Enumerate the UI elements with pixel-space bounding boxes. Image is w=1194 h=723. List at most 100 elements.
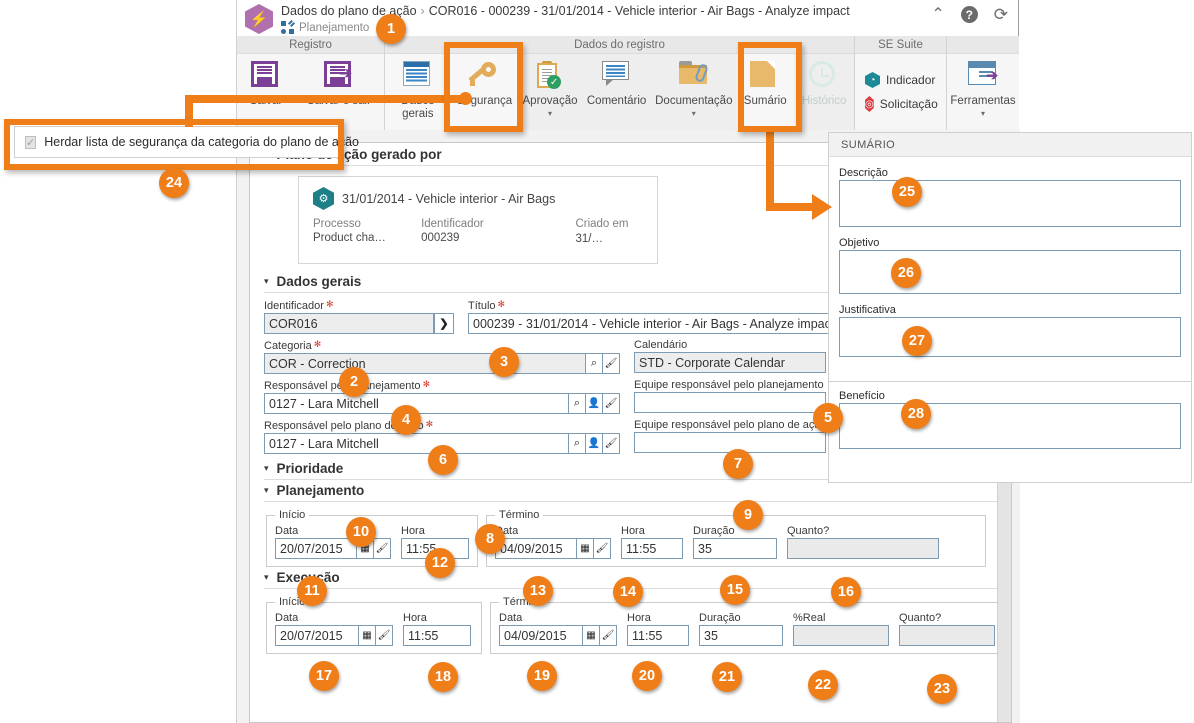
label-execution-start-time: Hora [403,612,427,624]
input-execution-end-time[interactable]: 11:55 [627,625,689,646]
label-planning-start-time: Hora [401,525,425,537]
annotation-badge-16: 16 [831,577,861,607]
execution-howmuch-field: Quanto? [899,612,995,646]
record-subtitle: Planejamento [281,19,369,34]
input-planning-duration[interactable]: 35 [693,538,777,559]
collapse-triangle-icon[interactable]: ▾ [264,486,269,495]
tab-aprovacao[interactable]: ✓ Aprovação ▾ [518,54,582,130]
label-categoria: Categoria [264,340,312,352]
sumario-field-justificativa: Justificativa [839,304,1181,357]
ribbon-group-tools: ➔ Ferramentas ▾ [947,36,1019,130]
se-item-indicador[interactable]: ◔ Indicador [855,70,946,90]
annotation-badge-10: 10 [346,517,376,547]
annotation-badge-9: 9 [733,500,763,530]
input-descricao[interactable] [839,180,1181,227]
responsavel-plano-search-icon[interactable]: ⌕ [569,433,586,454]
annotation-badge-2: 2 [339,367,369,397]
sumario-panel: SUMÁRIO Descrição Objetivo Justificativa [828,132,1192,382]
tab-historico[interactable]: Histórico [794,54,854,130]
categoria-search-icon[interactable]: ⌕ [586,353,603,374]
ribbon-group-registro-title: Registro [237,36,384,54]
highlight-sumario [738,42,802,132]
label-execution-realpct: %Real [793,612,826,624]
categoria-clear-icon[interactable]: 🖌 [603,353,620,374]
ribbon-group-se-suite-title: SE Suite [855,36,946,54]
responsavel-planejamento-search-icon[interactable]: ⌕ [569,393,586,414]
tab-comentario[interactable]: Comentário [582,54,651,130]
se-item-indicador-label: Indicador [886,73,936,87]
responsavel-planejamento-clear-icon[interactable]: 🖌 [603,393,620,414]
chevron-down-icon[interactable]: ▾ [692,109,696,118]
label-calendario: Calendário [634,339,688,351]
label-planning-howmuch: Quanto? [787,525,830,537]
input-identificador[interactable]: COR016 [264,313,434,334]
title-bar-actions: ⌃ ? ⟳ [931,6,1008,23]
tab-dados-gerais[interactable]: Dados gerais [385,54,451,130]
breadcrumb-separator-icon: › [420,4,425,18]
input-titulo[interactable]: 000239 - 31/01/2014 - Vehicle interior -… [468,313,846,334]
identificador-next-button[interactable]: ❯ [434,313,454,334]
tools-button[interactable]: ➔ Ferramentas ▾ [947,54,1019,130]
input-responsavel-plano[interactable]: 0127 - Lara Mitchell [264,433,569,454]
label-beneficio: Benefício [839,390,885,402]
annotation-badge-12: 12 [425,548,455,578]
input-execution-howmuch[interactable] [899,625,995,646]
chevron-down-icon[interactable]: ▾ [548,109,552,118]
origin-value-processo: Product cha… [313,232,386,244]
refresh-icon[interactable]: ⟳ [994,6,1008,23]
annotation-badge-19: 19 [527,661,557,691]
input-categoria[interactable]: COR - Correction [264,353,586,374]
execution-start-date-calendar-icon[interactable]: ▦ [359,625,376,646]
responsavel-planejamento-user-icon[interactable]: 👤 [586,393,603,414]
input-planning-end-time[interactable]: 11:55 [621,538,683,559]
responsavel-plano-clear-icon[interactable]: 🖌 [603,433,620,454]
input-equipe-planejamento[interactable] [634,392,826,413]
input-beneficio[interactable] [839,403,1181,449]
input-execution-start-date[interactable]: 20/07/2015 [275,625,359,646]
execution-end-date-clear-icon[interactable]: 🖌 [600,625,617,646]
comment-icon [601,61,632,91]
origin-card-title: 31/01/2014 - Vehicle interior - Air Bags [342,191,556,206]
execution-end-date-calendar-icon[interactable]: ▦ [583,625,600,646]
connector-sumario-h [766,203,818,211]
execution-start-date-clear-icon[interactable]: 🖌 [376,625,393,646]
collapse-triangle-icon[interactable]: ▾ [264,573,269,582]
breadcrumb: Dados do plano de ação › COR016 - 000239 -… [281,4,850,18]
help-icon[interactable]: ? [960,6,978,23]
collapse-triangle-icon[interactable]: ▾ [264,277,269,286]
planning-end-date-clear-icon[interactable]: 🖌 [594,538,611,559]
planning-end-date-calendar-icon[interactable]: ▦ [577,538,594,559]
se-item-solicitacao[interactable]: ◎ Solicitação [855,94,946,114]
collapse-ribbon-icon[interactable]: ⌃ [931,6,944,23]
section-title-dados-gerais: Dados gerais [276,274,362,289]
breadcrumb-item-2: COR016 - 000239 - 31/01/2014 - Vehicle i… [428,4,850,18]
collapse-triangle-icon[interactable]: ▾ [264,464,269,473]
workflow-icon [281,19,296,34]
ribbon-toolbar: Registro Salvar ➔ Salvar e sair Dados do… [237,36,1020,130]
input-planning-howmuch[interactable] [787,538,939,559]
required-icon: ✻ [422,379,431,389]
input-execution-duration[interactable]: 35 [699,625,783,646]
input-planning-end-date[interactable]: 04/09/2015 [495,538,577,559]
input-execution-realpct[interactable] [793,625,889,646]
planning-end-time-field: Hora 11:55 [621,525,683,559]
execution-start-time-field: Hora 11:55 [403,612,471,646]
input-execution-end-date[interactable]: 04/09/2015 [499,625,583,646]
general-data-icon [402,61,433,91]
responsavel-plano-user-icon[interactable]: 👤 [586,433,603,454]
tab-documentacao[interactable]: Documentação ▾ [651,54,736,130]
connector-arrow-sumario [812,194,832,220]
chevron-down-icon[interactable]: ▾ [981,109,985,118]
label-planning-end-date: Data [495,525,519,537]
approval-icon: ✓ [535,61,565,91]
annotation-badge-23: 23 [927,674,957,704]
label-equipe-planejamento: Equipe responsável pelo planejamento [634,379,824,391]
input-execution-start-time[interactable]: 11:55 [403,625,471,646]
input-planning-start-date[interactable]: 20/07/2015 [275,538,357,559]
input-calendario[interactable]: STD - Corporate Calendar [634,352,826,373]
input-justificativa[interactable] [839,317,1181,357]
section-header-planejamento[interactable]: ▾ Planejamento [250,480,1011,501]
planning-start-date-clear-icon[interactable]: 🖌 [374,538,391,559]
annotation-badge-4: 4 [391,405,421,435]
ribbon-group-se-suite: SE Suite ◔ Indicador ◎ Solicitação [855,36,947,130]
